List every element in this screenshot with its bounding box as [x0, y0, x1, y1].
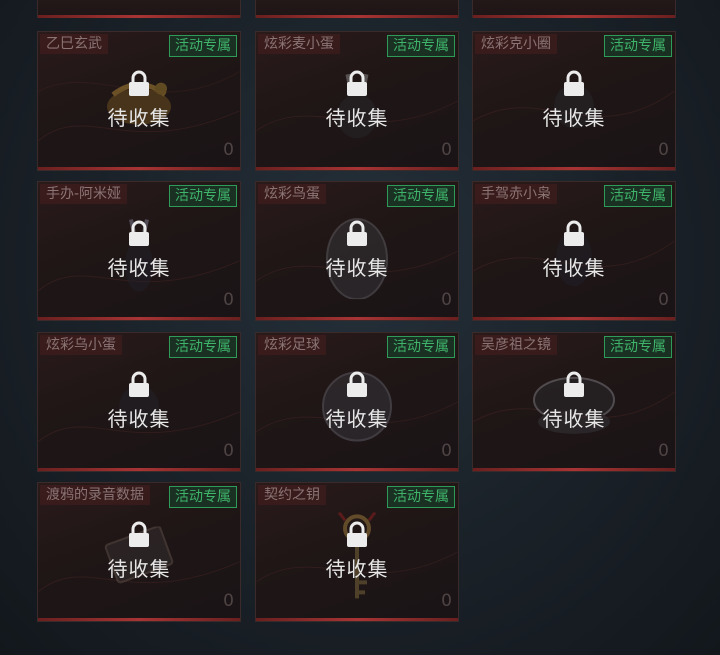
collection-card[interactable]: 炫彩克小圈 活动专属 待收集 0 [472, 31, 676, 171]
collection-card[interactable]: 手驾赤小枭 活动专属 待收集 0 [472, 181, 676, 321]
partial-card-top-left[interactable] [37, 0, 241, 18]
event-exclusive-badge: 活动专属 [387, 336, 455, 358]
collection-card[interactable]: 渡鸦的录音数据 活动专属 待收集 0 [37, 482, 241, 622]
item-name: 炫彩足球 [258, 335, 326, 355]
collection-card[interactable]: 炫彩鸟蛋 活动专属 待收集 0 [255, 181, 459, 321]
lock-icon [129, 521, 149, 547]
status-label: 待收集 [542, 106, 606, 130]
item-count: 0 [441, 140, 452, 160]
item-count: 0 [223, 140, 234, 160]
status-label: 待收集 [107, 407, 171, 431]
collection-card[interactable]: 炫彩麦小蛋 活动专属 待收集 0 [255, 31, 459, 171]
item-count: 0 [658, 441, 669, 461]
lock-icon [129, 371, 149, 397]
item-name: 吴彦祖之镜 [475, 335, 557, 355]
item-name: 手办-阿米娅 [40, 184, 128, 204]
lock-icon [564, 70, 584, 96]
item-count: 0 [441, 591, 452, 611]
status-label: 待收集 [325, 407, 389, 431]
item-count: 0 [441, 290, 452, 310]
item-name: 乙巳玄武 [40, 34, 108, 54]
lock-icon [564, 371, 584, 397]
event-exclusive-badge: 活动专属 [169, 185, 237, 207]
item-name: 炫彩鸟蛋 [258, 184, 326, 204]
collection-card[interactable]: 炫彩足球 活动专属 待收集 0 [255, 332, 459, 472]
event-exclusive-badge: 活动专属 [169, 336, 237, 358]
lock-icon [347, 371, 367, 397]
event-exclusive-badge: 活动专属 [387, 185, 455, 207]
collection-card[interactable]: 炫彩乌小蛋 活动专属 待收集 0 [37, 332, 241, 472]
status-label: 待收集 [107, 557, 171, 581]
event-exclusive-badge: 活动专属 [169, 35, 237, 57]
status-label: 待收集 [107, 256, 171, 280]
status-label: 待收集 [107, 106, 171, 130]
item-count: 0 [441, 441, 452, 461]
event-exclusive-badge: 活动专属 [169, 486, 237, 508]
collection-card[interactable]: 吴彦祖之镜 活动专属 待收集 0 [472, 332, 676, 472]
event-exclusive-badge: 活动专属 [604, 336, 672, 358]
event-exclusive-badge: 活动专属 [604, 35, 672, 57]
event-exclusive-badge: 活动专属 [604, 185, 672, 207]
event-exclusive-badge: 活动专属 [387, 35, 455, 57]
status-label: 待收集 [542, 256, 606, 280]
item-name: 手驾赤小枭 [475, 184, 557, 204]
lock-icon [347, 70, 367, 96]
item-count: 0 [658, 290, 669, 310]
lock-icon [347, 521, 367, 547]
item-name: 炫彩乌小蛋 [40, 335, 122, 355]
lock-icon [129, 220, 149, 246]
item-count: 0 [223, 591, 234, 611]
lock-icon [347, 220, 367, 246]
partial-card-top-right[interactable] [472, 0, 676, 18]
item-count: 0 [658, 140, 669, 160]
event-exclusive-badge: 活动专属 [387, 486, 455, 508]
item-name: 契约之钥 [258, 485, 326, 505]
collection-card[interactable]: 契约之钥 活动专属 待收集 0 [255, 482, 459, 622]
lock-icon [129, 70, 149, 96]
status-label: 待收集 [542, 407, 606, 431]
collection-grid: 乙巳玄武 活动专属 待收集 0 炫彩麦小蛋 活动专属 待收集 0 炫彩克小圈 活… [0, 0, 720, 655]
item-name: 炫彩麦小蛋 [258, 34, 340, 54]
collection-card[interactable]: 乙巳玄武 活动专属 待收集 0 [37, 31, 241, 171]
item-name: 渡鸦的录音数据 [40, 485, 150, 505]
status-label: 待收集 [325, 557, 389, 581]
status-label: 待收集 [325, 256, 389, 280]
item-count: 0 [223, 441, 234, 461]
lock-icon [564, 220, 584, 246]
item-name: 炫彩克小圈 [475, 34, 557, 54]
item-count: 0 [223, 290, 234, 310]
partial-card-top-middle[interactable] [255, 0, 459, 18]
status-label: 待收集 [325, 106, 389, 130]
collection-card[interactable]: 手办-阿米娅 活动专属 待收集 0 [37, 181, 241, 321]
